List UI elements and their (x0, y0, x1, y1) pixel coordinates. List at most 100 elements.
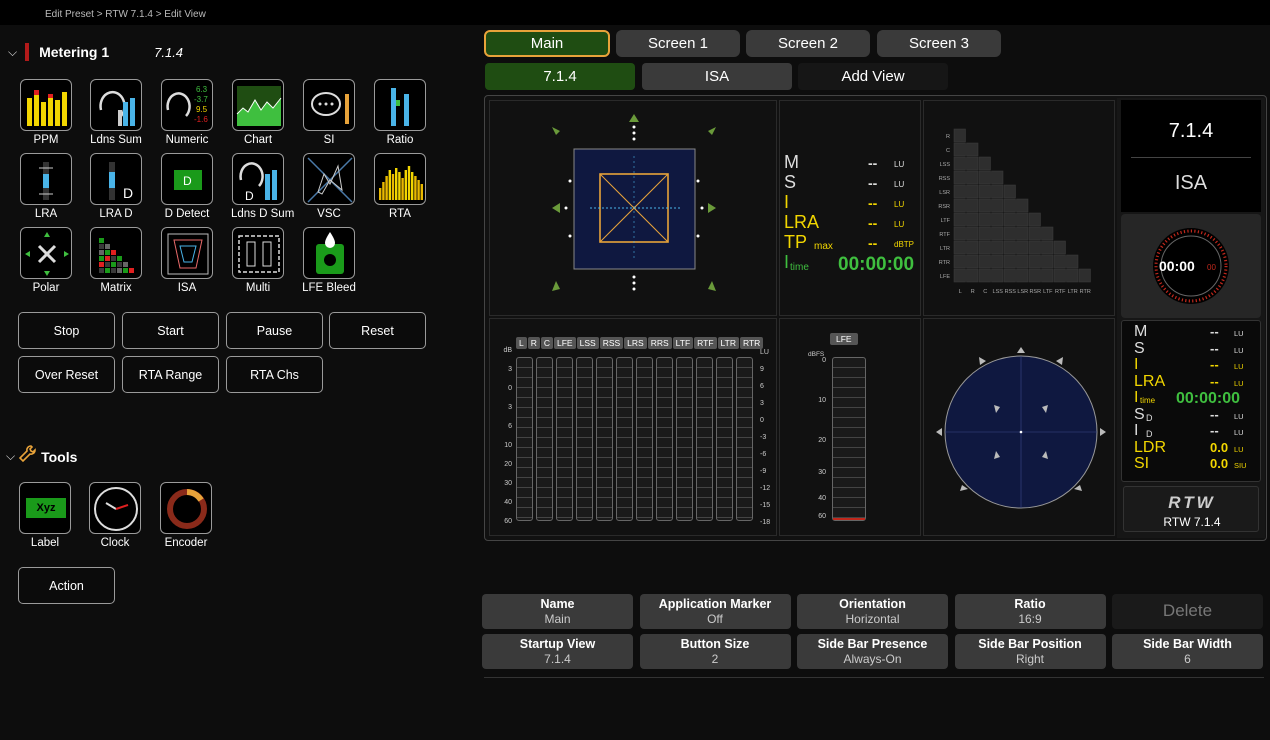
sidebar-meter-key: M (1134, 323, 1148, 340)
over-reset-button[interactable]: Over Reset (18, 356, 115, 393)
pause-button[interactable]: Pause (226, 312, 323, 349)
tile-d-detect[interactable]: D D Detect (160, 153, 214, 220)
property-key: Side Bar Width (1143, 637, 1232, 651)
ratio-icon (374, 79, 426, 131)
clock-time: 00:00 (1159, 258, 1195, 274)
tile-label: LRA (34, 208, 58, 220)
property-button-size[interactable]: Button Size 2 (639, 634, 791, 669)
ppm-scale-left-tick: dB (503, 347, 512, 354)
svg-text:-1.6: -1.6 (194, 115, 208, 124)
sidebar-logo-panel[interactable]: RTW RTW 7.1.4 (1123, 486, 1259, 532)
tile-si[interactable]: SI (302, 79, 356, 146)
property-startup-view[interactable]: Startup View 7.1.4 (482, 634, 633, 669)
sidebar-meter-key: I (1134, 422, 1139, 439)
property-value: 7.1.4 (544, 652, 571, 666)
property-side-bar-position[interactable]: Side Bar Position Right (954, 634, 1106, 669)
sidebar-name: RTW 7.1.4 (1163, 515, 1221, 529)
property-value: Always-On (843, 652, 902, 666)
tab-screen-2[interactable]: Screen 2 (746, 30, 870, 57)
chart-cell (953, 170, 966, 185)
loudness-d-sum-icon: D (232, 153, 284, 205)
property-side-bar-presence[interactable]: Side Bar Presence Always-On (797, 634, 948, 669)
tile-polar[interactable]: Polar (19, 227, 73, 294)
numeric-loudness-pane[interactable]: M -- LU S -- LU I -- LU LRA -- LU TP max -- dBTP Itime 00… (779, 100, 921, 316)
tab-main[interactable]: Main (484, 30, 610, 57)
tile-ldns-sum[interactable]: Ldns Sum (89, 79, 143, 146)
tile-chart[interactable]: Chart (231, 79, 285, 146)
add-view-button[interactable]: Add View (798, 63, 948, 90)
tab-screen-1[interactable]: Screen 1 (616, 30, 740, 57)
sidebar-itime-row: Itime 00:00:00 (1122, 389, 1262, 407)
sidebar-meter-row: I -- LU (1122, 356, 1262, 373)
tile-matrix[interactable]: Matrix (89, 227, 143, 294)
sidebar-meter-row: I D -- LU (1122, 422, 1262, 439)
ppm-channel-label: LSS (576, 337, 599, 349)
ppm-bar (576, 357, 593, 521)
ppm-icon (20, 79, 72, 131)
property-name[interactable]: Name Main (482, 594, 633, 629)
property-value: 6 (1184, 652, 1191, 666)
lfe-pane[interactable]: LFE dBFS 0 10 20 30 40 60 (779, 318, 921, 536)
tile-lra-d[interactable]: D LRA D (89, 153, 143, 220)
meter-value: -- (868, 235, 878, 251)
chart-cell (1016, 212, 1029, 227)
tool-encoder[interactable]: Encoder (159, 482, 213, 549)
start-button[interactable]: Start (122, 312, 219, 349)
tile-ldns-d-sum[interactable]: D Ldns D Sum (231, 153, 294, 220)
sidebar-meter-value: -- (1210, 373, 1219, 389)
tile-isa[interactable]: ISA (160, 227, 214, 294)
tool-clock-label: Clock (100, 537, 130, 549)
sidebar-meter-row: SI 0.0 SIU (1122, 455, 1262, 472)
tools-section-header[interactable]: ⌵ Tools (6, 444, 77, 469)
sidebar-meter-key: LDR (1134, 438, 1167, 456)
chart-cell (1028, 268, 1041, 283)
polar-pane[interactable] (489, 100, 777, 316)
sidebar-meter-unit: LU (1234, 329, 1244, 338)
sidebar-preset-panel[interactable]: 7.1.4 ISA (1121, 100, 1261, 212)
tool-clock[interactable]: Clock (88, 482, 142, 549)
tile-ratio[interactable]: Ratio (373, 79, 427, 146)
tile-multi[interactable]: Multi (231, 227, 285, 294)
sidebar-meter-unit: LU (1234, 411, 1244, 421)
property-side-bar-width[interactable]: Side Bar Width 6 (1112, 634, 1263, 669)
lfe-peak-marker (833, 518, 865, 520)
meter-value: -- (868, 215, 878, 231)
view-tab-isa[interactable]: ISA (642, 63, 792, 90)
tile-lfe-bleed[interactable]: LFE Bleed (302, 227, 356, 294)
view-tab-7-1-4[interactable]: 7.1.4 (485, 63, 635, 90)
ppm-channel-label: RTF (694, 337, 717, 349)
metering-section-header[interactable]: ⌵ Metering 1 7.1.4 (8, 43, 183, 61)
sidebar-clock[interactable]: 00:00 00 (1121, 214, 1261, 318)
meter-value: -- (868, 155, 878, 171)
tile-rta[interactable]: RTA (373, 153, 427, 220)
chart-pane[interactable]: R C LSS RSS LSR RSR LTF RTF LTR RTR LFE L R C LSS RSS LS… (923, 100, 1115, 316)
property-ratio[interactable]: Ratio 16:9 (954, 594, 1106, 629)
tile-numeric[interactable]: 6.3 -3.7 9.5 -1.6 Numeric (160, 79, 214, 146)
action-button[interactable]: Action (18, 567, 115, 604)
isa-pane[interactable] (923, 318, 1115, 536)
chart-cell (978, 170, 991, 185)
tool-encoder-label: Encoder (164, 537, 208, 549)
sidebar-loudness[interactable]: M -- LU S -- LU I -- LU LRA -- LU Itime 00:00:00 S D -- L… (1121, 320, 1261, 482)
tab-screen-3[interactable]: Screen 3 (877, 30, 1001, 57)
tile-vsc[interactable]: VSC (302, 153, 356, 220)
reset-button[interactable]: Reset (329, 312, 426, 349)
chart-cell (991, 212, 1004, 227)
rta-range-button[interactable]: RTA Range (122, 356, 219, 393)
tile-ppm[interactable]: PPM (19, 79, 73, 146)
tile-label: Numeric (165, 134, 209, 146)
sidebar-meter-row: S -- LU (1122, 340, 1262, 357)
chart-col-label: LTF (1043, 289, 1053, 295)
delete-button[interactable]: Delete (1112, 594, 1263, 629)
ppm-pane[interactable]: L R C LFE LSS RSS LRS RRS LTF RTF LTR RTR dB 3 0 3 6 10 20… (489, 318, 777, 536)
property-value: Horizontal (845, 612, 900, 626)
property-orientation[interactable]: Orientation Horizontal (797, 594, 948, 629)
chart-cell (1053, 254, 1066, 269)
tile-lra[interactable]: LRA (19, 153, 73, 220)
sidebar-meter-key: LRA (1134, 372, 1166, 390)
property-application-marker[interactable]: Application Marker Off (639, 594, 791, 629)
rta-chs-button[interactable]: RTA Chs (226, 356, 323, 393)
chart-cell (991, 268, 1004, 283)
tool-label[interactable]: Xyz Label (18, 482, 72, 549)
stop-button[interactable]: Stop (18, 312, 115, 349)
